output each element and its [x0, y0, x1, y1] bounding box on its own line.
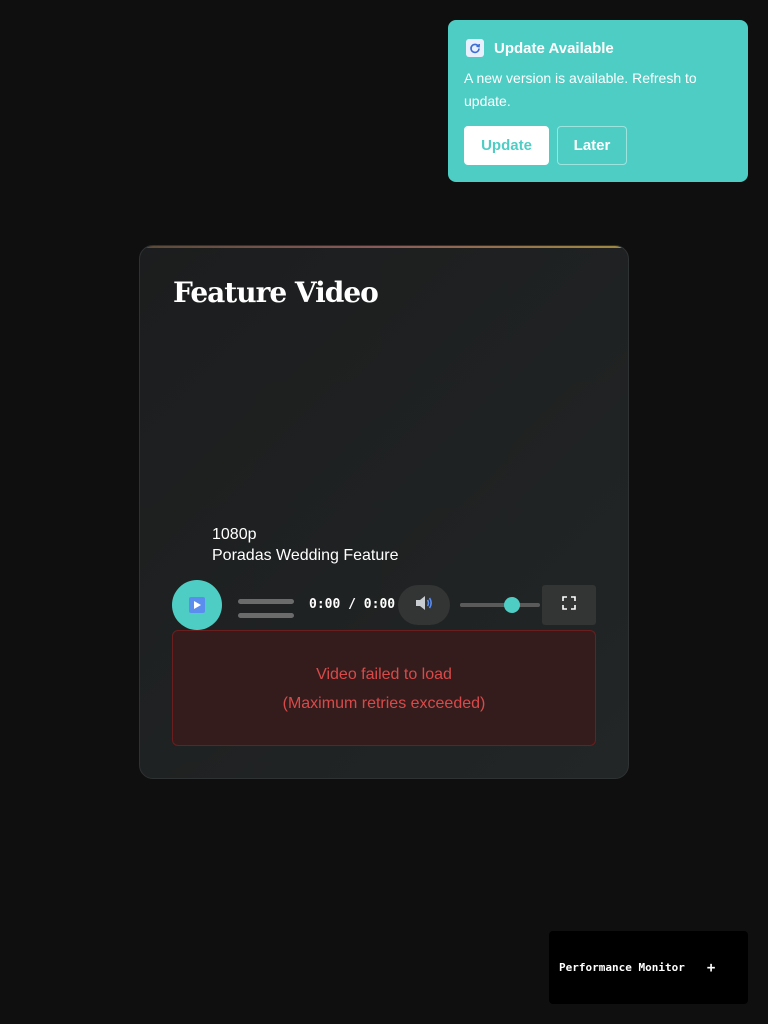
progress-bar[interactable]	[238, 599, 294, 604]
speaker-icon	[414, 594, 434, 617]
fullscreen-button[interactable]	[542, 585, 596, 625]
update-toast: Update Available A new version is availa…	[448, 20, 748, 182]
refresh-icon	[466, 39, 484, 57]
later-button[interactable]: Later	[557, 126, 627, 165]
player-title: Feature Video	[173, 276, 379, 309]
toast-header: Update Available	[464, 38, 732, 58]
quality-label: 1080p	[212, 526, 257, 543]
update-button[interactable]: Update	[464, 126, 549, 165]
toast-title: Update Available	[494, 39, 614, 57]
video-info-overlay: 1080p Poradas Wedding Feature	[212, 524, 398, 566]
volume-slider[interactable]	[460, 597, 540, 613]
video-title: Poradas Wedding Feature	[212, 547, 399, 564]
buffer-bar	[238, 613, 294, 618]
toast-actions: Update Later	[464, 126, 732, 165]
mute-button[interactable]	[398, 585, 450, 625]
player-controls: 0:00 / 0:00	[172, 580, 598, 632]
volume-thumb[interactable]	[504, 597, 520, 613]
play-button[interactable]	[172, 580, 222, 630]
toast-message: A new version is available. Refresh to u…	[464, 70, 697, 109]
video-player-card: Feature Video 1080p Poradas Wedding Feat…	[139, 245, 629, 779]
error-text: Video failed to load	[316, 666, 452, 683]
performance-monitor-toggle[interactable]: +	[707, 960, 715, 976]
performance-monitor: Performance Monitor +	[549, 931, 748, 1004]
time-display: 0:00 / 0:00	[309, 597, 396, 612]
performance-monitor-label: Performance Monitor	[559, 961, 685, 974]
fullscreen-icon	[562, 595, 576, 615]
error-message: Video failed to load (Maximum retries ex…	[172, 630, 596, 746]
play-icon	[189, 597, 205, 613]
card-accent-line	[140, 246, 628, 248]
error-detail: (Maximum retries exceeded)	[282, 695, 486, 712]
